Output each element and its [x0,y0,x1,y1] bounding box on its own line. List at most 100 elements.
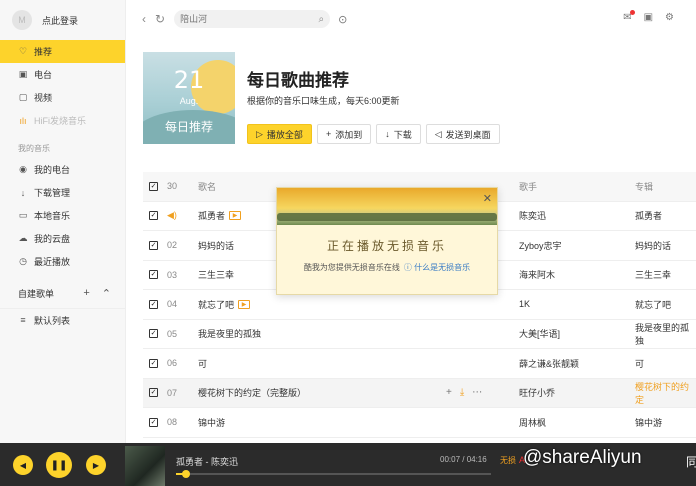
more-icon[interactable]: ⋯ [472,387,482,398]
top-bar: ‹ ↻ ⌕ ⊙ [126,0,696,38]
progress-handle[interactable] [182,470,190,478]
popup-help-link[interactable]: ⓘ 什么是无损音乐 [404,263,470,272]
settings-icon[interactable]: ⚙ [665,12,674,23]
plus-icon: + [325,129,332,139]
add-playlist-icon[interactable]: + [83,287,89,300]
radio-icon: ▣ [18,69,28,79]
song-title[interactable]: 可 [198,357,207,370]
history-icon[interactable]: ⊙ [338,13,347,26]
album-name[interactable]: 我是夜里的孤独 [635,321,696,347]
album-name[interactable]: 妈妈的话 [635,239,671,252]
sidebar-item-label: 我的电台 [34,165,71,175]
table-row[interactable]: ✓ 08 锦中游 周林枫 锦中游 [143,408,696,438]
artist-name[interactable]: Zyboy忠宇 [519,239,562,252]
album-name[interactable]: 就忘了吧 [635,298,671,311]
sidebar-item-download[interactable]: ↓ 下载管理 [0,181,125,204]
back-icon[interactable]: ‹ [142,12,146,26]
download-button[interactable]: ↓ 下载 [376,124,421,144]
sidebar-item-my-radio[interactable]: ◉ 我的电台 [0,158,125,181]
song-title[interactable]: 孤勇者 [198,209,225,222]
row-checkbox[interactable]: ✓ [149,388,158,398]
album-name[interactable]: 孤勇者 [635,209,662,222]
popup-title: 正在播放无损音乐 [326,239,447,253]
table-row[interactable]: ✓ 05 我是夜里的孤独 大美[华语] 我是夜里的孤独 [143,320,696,349]
progress-bar[interactable] [176,470,491,478]
previous-icon: ◀ [19,460,27,470]
avatar[interactable]: M [12,10,32,30]
sidebar-item-local[interactable]: ▭ 本地音乐 [0,204,125,227]
sidebar-item-video[interactable]: ▢ 视频 [0,86,125,109]
album-name[interactable]: 锦中游 [635,416,662,429]
row-checkbox[interactable]: ✓ [149,329,158,339]
table-row[interactable]: ✓ 06 可 薛之谦&张靓颖 可 [143,349,696,379]
artist-name[interactable]: 海来阿木 [519,268,555,281]
artist-name[interactable]: 陈奕迅 [519,209,546,222]
sidebar-item-recommend[interactable]: ♡ 推荐 [0,40,125,63]
sidebar-item-default-list[interactable]: ≡ 默认列表 [0,309,125,332]
search-input[interactable] [180,14,301,24]
previous-button[interactable]: ◀ [13,455,33,475]
row-checkbox[interactable]: ✓ [149,299,158,309]
cover-day: 21 [173,66,205,94]
artist-name[interactable]: 周林枫 [519,416,546,429]
now-playing-track[interactable]: 孤勇者 - 陈奕迅 [176,455,238,468]
next-button[interactable]: ▶ [86,455,106,475]
close-icon[interactable]: ✕ [483,192,492,205]
artist-name[interactable]: 1K [519,299,530,309]
row-checkbox[interactable]: ✓ [149,240,158,250]
song-title[interactable]: 就忘了吧 [198,298,234,311]
song-title[interactable]: 我是夜里的孤独 [198,327,261,340]
quality-badge[interactable]: 无损 [500,455,516,466]
artist-name[interactable]: 薛之谦&张靓颖 [519,357,579,370]
album-name[interactable]: 三生三幸 [635,268,671,281]
refresh-icon[interactable]: ↻ [155,12,165,26]
song-title[interactable]: 妈妈的话 [198,239,234,252]
row-checkbox[interactable]: ✓ [149,358,158,368]
song-count: 30 [167,181,178,192]
add-icon[interactable]: + [446,387,452,398]
album-name[interactable]: 可 [635,357,644,370]
sidebar-item-hifi[interactable]: ılı HiFi发烧音乐 [0,109,125,132]
column-song[interactable]: 歌名 [198,180,216,193]
row-number: 05 [167,328,178,339]
artist-name[interactable]: 大美[华语] [519,327,560,340]
message-icon[interactable]: ✉ [623,10,635,23]
add-to-button[interactable]: + 添加到 [316,124,372,144]
row-checkbox[interactable]: ✓ [149,211,158,221]
song-title[interactable]: 樱花树下的约定（完整版） [198,386,306,399]
row-checkbox[interactable]: ✓ [149,270,158,280]
search-icon[interactable]: ⌕ [318,14,324,25]
skin-icon[interactable]: ▣ [644,12,653,23]
album-thumbnail[interactable] [125,446,165,486]
next-icon: ▶ [92,460,100,470]
notification-dot [629,10,635,15]
sidebar-item-cloud[interactable]: ☁ 我的云盘 [0,227,125,250]
sidebar-item-recent[interactable]: ◷ 最近播放 [0,250,125,273]
page-title: 每日歌曲推荐 [247,71,349,90]
mv-icon[interactable]: ▶ [238,299,251,309]
sidebar-item-label: 视频 [34,93,53,103]
login-link[interactable]: 点此登录 [42,14,78,27]
send-to-desktop-button[interactable]: ◁ 发送到桌面 [425,124,500,144]
mv-icon[interactable]: ▶ [229,211,242,221]
login-area[interactable]: M 点此登录 [0,0,125,40]
clock-icon: ◷ [19,256,27,266]
select-all-checkbox[interactable]: ✓ [149,181,158,191]
sidebar-item-radio[interactable]: ▣ 电台 [0,63,125,86]
row-checkbox[interactable]: ✓ [149,417,158,427]
column-album[interactable]: 专辑 [635,180,653,193]
song-title[interactable]: 锦中游 [198,416,225,429]
table-row[interactable]: ✓ 07 樱花树下的约定（完整版） + ⤓ ⋯ 旺仔小乔 樱花树下的约定 [143,378,696,408]
album-name[interactable]: 樱花树下的约定 [635,380,696,406]
daily-cover[interactable]: 21 Aug. 每日推荐 [143,52,235,144]
download-icon[interactable]: ⤓ [460,387,464,398]
collapse-icon[interactable]: ⌃ [102,287,111,300]
sidebar: M 点此登录 ♡ 推荐 ▣ 电台 ▢ 视频 ılı HiFi发烧音乐 我的音乐 … [0,0,126,443]
play-all-button[interactable]: ▷ 播放全部 [247,124,312,144]
song-title[interactable]: 三生三幸 [198,268,234,281]
column-artist[interactable]: 歌手 [519,180,537,193]
search-box[interactable]: ⌕ [174,10,331,28]
pause-button[interactable]: ❚❚ [46,452,72,478]
hifi-icon: ılı [19,115,27,126]
artist-name[interactable]: 旺仔小乔 [519,386,555,399]
